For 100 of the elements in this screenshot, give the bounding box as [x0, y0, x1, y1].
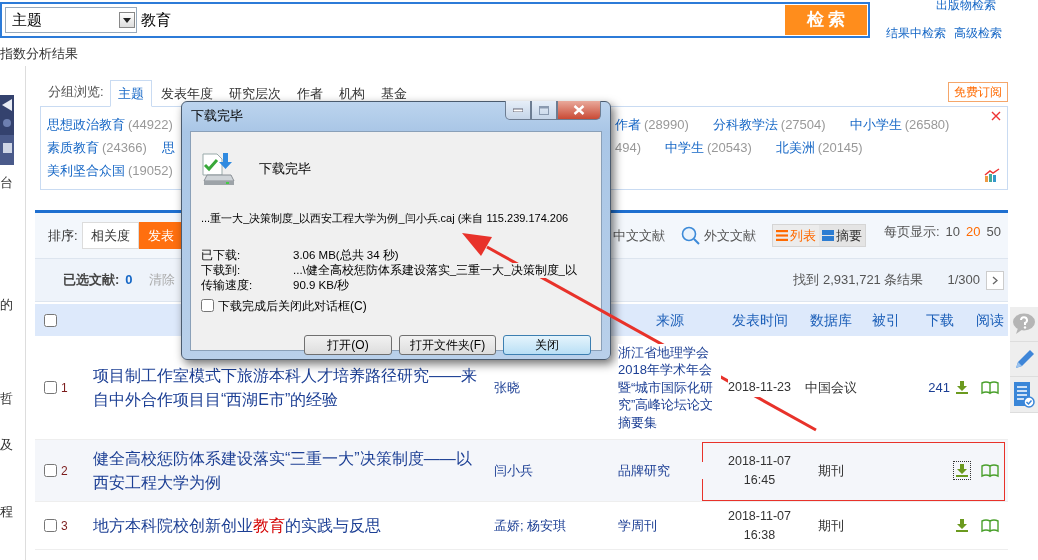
book-icon [980, 463, 999, 478]
column-header[interactable]: 下载 [925, 311, 954, 328]
chart-icon [984, 168, 1000, 182]
minimize-button[interactable] [505, 101, 531, 120]
subject-link[interactable]: 思想政治教育 (44922) [47, 114, 173, 135]
page-number: 1/300 [947, 271, 980, 290]
group-tab[interactable]: 作者 [289, 80, 330, 106]
magnifier-icon [680, 226, 700, 245]
selected-label: 已选文献: [63, 271, 120, 290]
search-box[interactable]: 主题 教育 检 索 [0, 2, 870, 38]
author-link[interactable]: 张晓 [490, 379, 520, 395]
maximize-button[interactable] [531, 101, 557, 120]
subject-link[interactable]: 作者 (28990) [615, 114, 689, 135]
download-count: 241 [928, 378, 950, 397]
row-number: 2 [61, 462, 69, 480]
group-browse-label: 分组浏览: [48, 82, 104, 101]
page-size-link[interactable]: 50 [986, 221, 1001, 242]
subject-link[interactable]: 中小学生 (26580) [849, 114, 950, 135]
detail-value: 3.06 MB(总共 34 秒) [293, 247, 399, 263]
sidebar-text: 及 [0, 436, 13, 454]
detail-label: 已下载: [201, 247, 241, 263]
download-complete-icon [201, 152, 235, 186]
search-link[interactable]: 结果中检索 [886, 24, 946, 42]
next-page-button[interactable] [986, 270, 1004, 290]
index-analysis-link[interactable]: 指数分析结果 [0, 46, 78, 61]
article-title-link[interactable]: 项目制工作室模式下旅游本科人才培养路径研究——来自中外合作项目目“西湖E市”的经验 [93, 363, 490, 412]
dropdown-icon [123, 17, 131, 23]
author-link[interactable]: 孟娇; 杨安琪 [490, 517, 567, 533]
column-header[interactable]: 阅读 [975, 311, 1004, 328]
subject-link[interactable]: 分科教学法 (27504) [712, 114, 826, 135]
book-icon [980, 380, 999, 395]
article-title-link[interactable]: 健全高校惩防体系建设落实“三重一大”决策制度——以西安工程大学为例 [93, 446, 490, 495]
close-icon [991, 111, 1001, 121]
pencil-icon [1013, 347, 1035, 371]
group-tab[interactable]: 研究层次 [221, 80, 288, 106]
sidebar-text: 程 [0, 503, 13, 521]
help-icon [1012, 313, 1036, 335]
dialog-heading: 下载完毕 [259, 160, 311, 179]
selected-count: 0 [125, 271, 133, 290]
read-button[interactable] [980, 463, 999, 478]
sort-label: 排序: [48, 226, 78, 245]
checklist-icon [1013, 380, 1035, 409]
list-icon [775, 230, 788, 241]
language-filter-link[interactable]: 中文文献 [612, 225, 665, 246]
minimize-icon [513, 108, 523, 112]
row-checkbox[interactable] [43, 381, 58, 394]
sort-option[interactable]: 相关度 [81, 221, 139, 250]
sidebar-text: 的 [0, 296, 13, 314]
row-number: 3 [61, 517, 69, 535]
read-button[interactable] [980, 518, 999, 533]
abstract-icon [821, 230, 834, 241]
subject-link[interactable]: 素质教育 (24366) [47, 137, 147, 158]
page-size-link[interactable]: 10 [945, 221, 961, 242]
download-button[interactable] [953, 461, 971, 480]
search-field-select[interactable]: 主题 [5, 7, 137, 33]
search-link[interactable]: 高级检索 [954, 24, 1002, 42]
language-filter-link[interactable]: 外文文献 [680, 225, 756, 246]
group-tab[interactable]: 发表年度 [153, 80, 220, 106]
source-link[interactable]: 浙江省地理学会2018年学术年会暨“城市国际化研究”高峰论坛论文摘要集 [618, 343, 721, 432]
sidebar-text: 哲 [0, 390, 13, 408]
close-when-done-checkbox[interactable] [201, 299, 214, 312]
search-input[interactable]: 教育 [137, 4, 784, 36]
book-icon [980, 518, 999, 533]
close-button[interactable] [557, 101, 601, 120]
file-name: ...重一大_决策制度_以西安工程大学为例_闫小兵.caj (来自 115.239.174.206 [201, 210, 569, 227]
select-all-checkbox[interactable] [43, 313, 58, 327]
dialog-button[interactable]: 打开文件夹(F) [399, 334, 496, 355]
result-count: 找到 2,931,721 条结果 [793, 271, 924, 290]
chevron-icon [992, 275, 998, 285]
row-checkbox[interactable] [43, 519, 58, 532]
subject-link[interactable]: 思 [161, 137, 175, 158]
sidebar-text: 台 [0, 174, 13, 192]
download-icon [955, 518, 969, 533]
database-name: 中国会议 [804, 379, 857, 395]
subject-link[interactable]: 美利坚合众国 (19052) [47, 160, 173, 181]
dialog-button[interactable]: 关闭 [503, 334, 591, 355]
author-link[interactable]: 闫小兵 [490, 462, 533, 478]
maximize-icon [539, 105, 549, 115]
dialog-button[interactable]: 打开(O) [304, 334, 392, 355]
read-button[interactable] [980, 380, 999, 395]
group-tab[interactable]: 机构 [331, 80, 372, 106]
row-checkbox[interactable] [43, 464, 58, 477]
checkbox-label: 下载完成后关闭此对话框(C) [218, 297, 367, 315]
column-header[interactable]: 来源 [655, 311, 684, 328]
page-size-label: 每页显示: [883, 222, 940, 241]
close-icon [573, 105, 585, 115]
column-header[interactable]: 被引 [871, 311, 900, 328]
publish-date: 2018-11-23 [728, 378, 791, 397]
download-icon [955, 463, 969, 478]
column-header[interactable]: 发表时间 [731, 311, 788, 328]
article-title-link[interactable]: 地方本科院校创新创业教育的实践与反思 [93, 513, 490, 538]
database-name: 期刊 [817, 462, 844, 478]
database-name: 期刊 [817, 517, 844, 533]
column-header[interactable]: 数据库 [809, 311, 852, 328]
subject-link[interactable]: 中学生 (20543) [665, 137, 752, 158]
group-tab[interactable]: 基金 [373, 80, 414, 106]
subject-link[interactable]: 北美洲 (20145) [775, 137, 863, 158]
detail-value: ...\健全高校惩防体系建设落实_三重一大_决策制度_以 [293, 262, 577, 278]
row-number: 1 [61, 379, 69, 397]
group-tab[interactable]: 主题 [109, 79, 152, 107]
